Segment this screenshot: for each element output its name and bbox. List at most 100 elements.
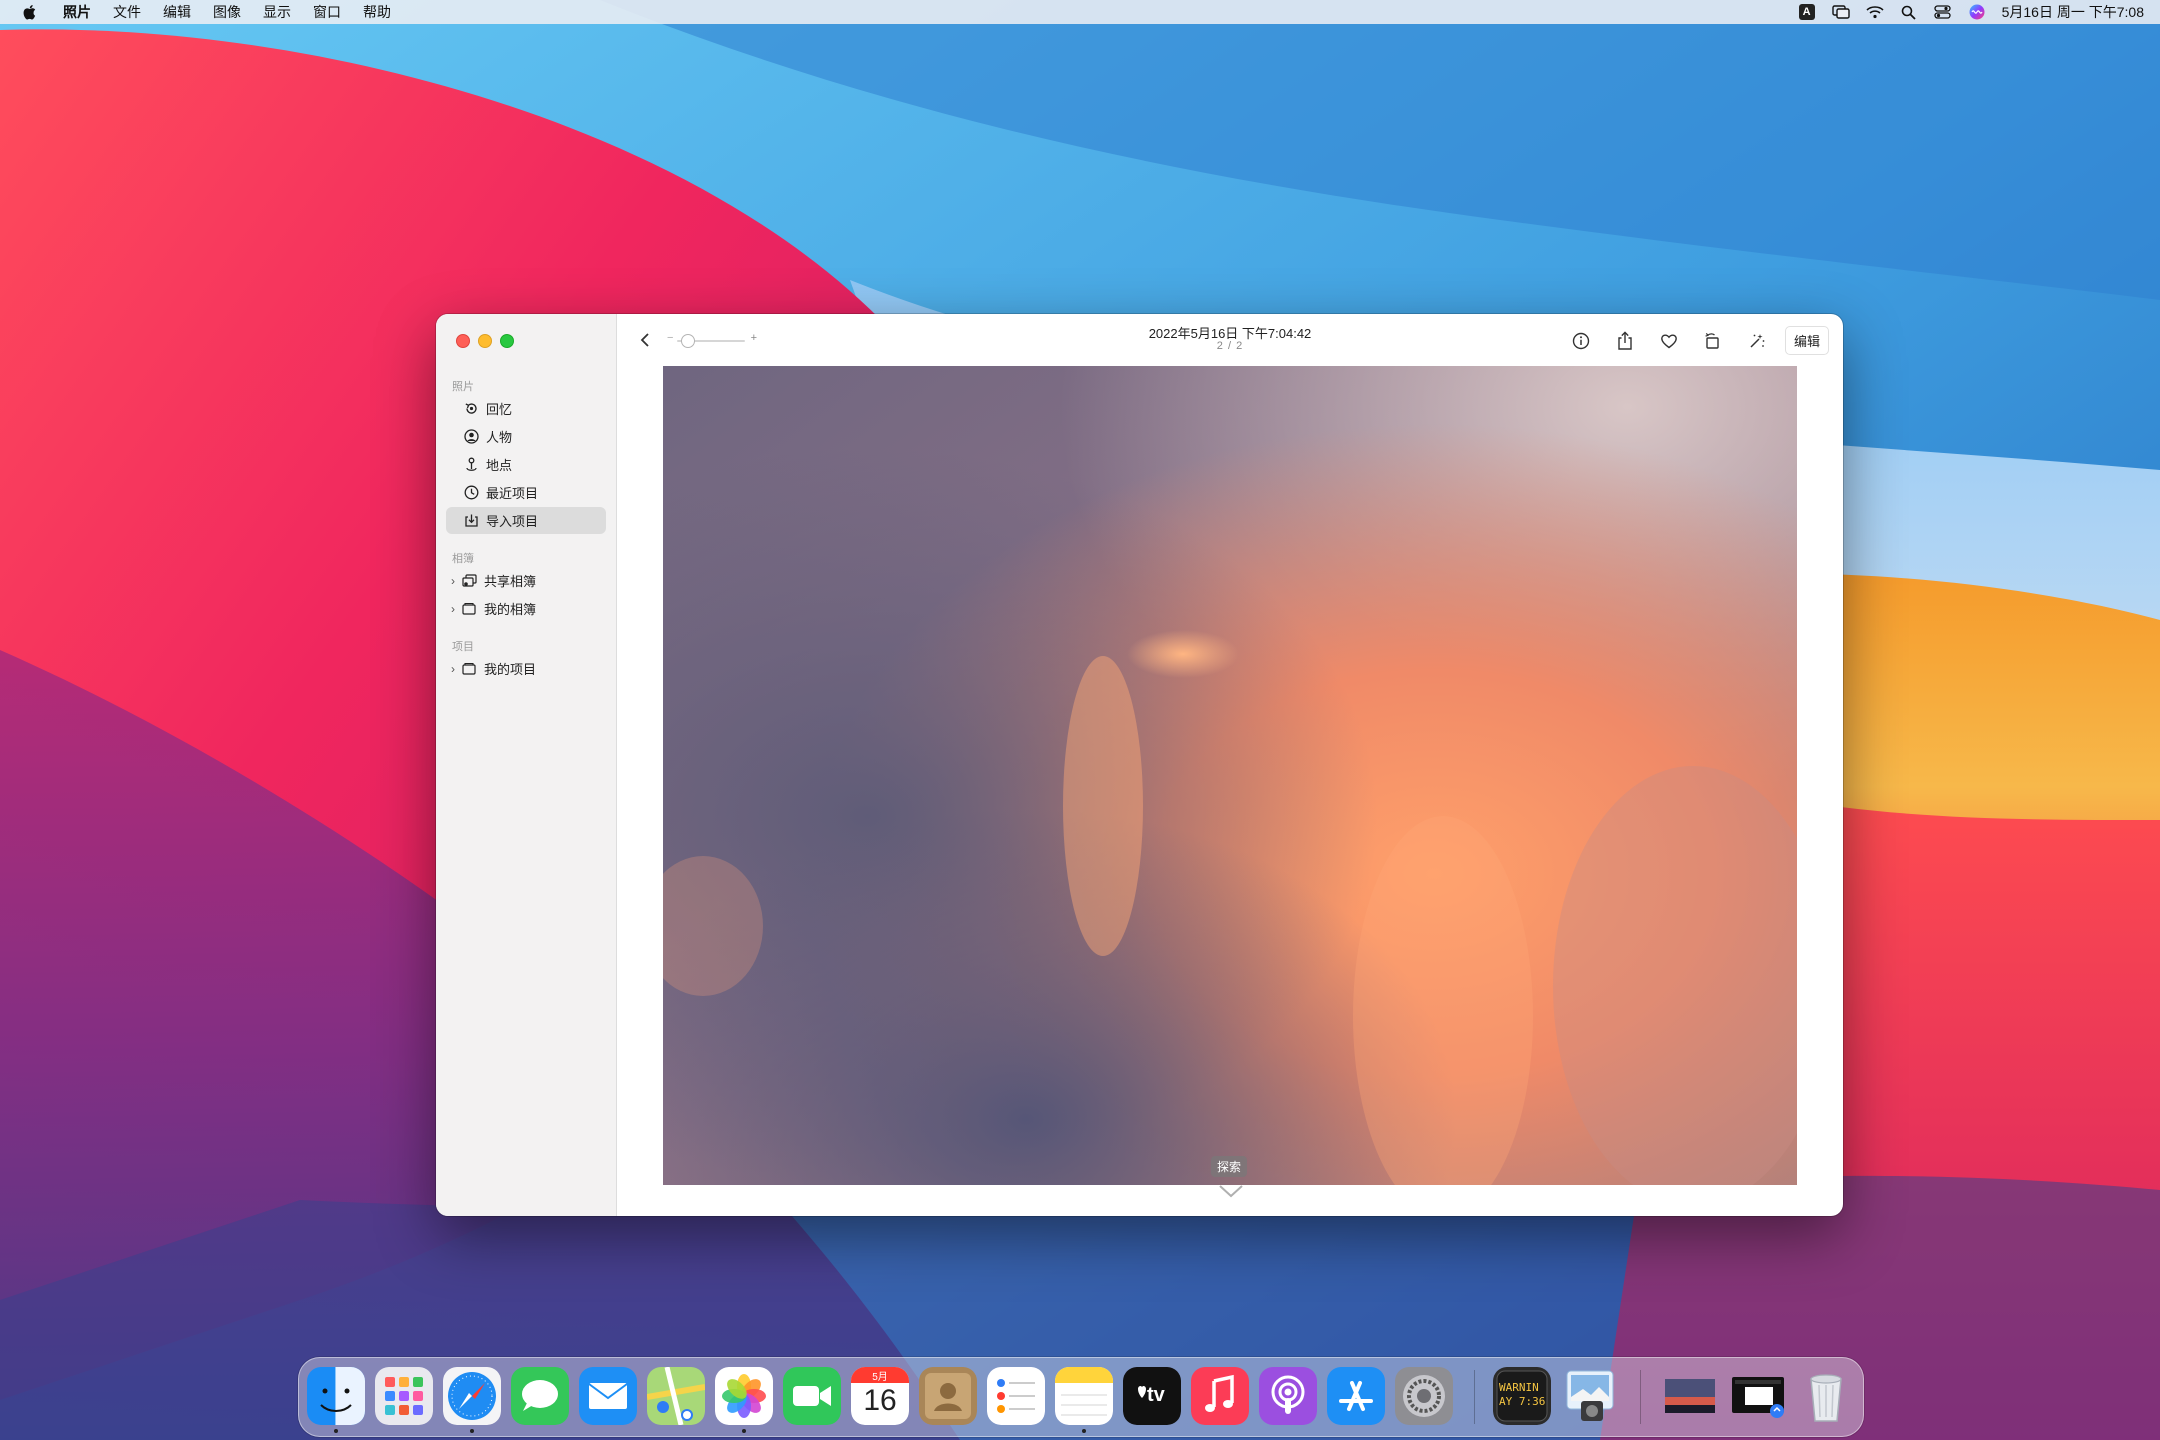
calendar-day: 16	[863, 1384, 897, 1417]
info-button[interactable]	[1567, 327, 1595, 355]
contacts-icon[interactable]	[919, 1367, 977, 1425]
clock-icon	[462, 484, 480, 502]
menu-bar-clock[interactable]: 5月16日 周一 下午7:08	[2002, 2, 2144, 22]
sidebar-item-memories[interactable]: 回忆	[446, 395, 606, 422]
photos-icon[interactable]	[715, 1367, 773, 1425]
control-center-icon[interactable]	[1933, 2, 1953, 22]
zoom-window-button[interactable]	[500, 334, 514, 348]
input-method-icon[interactable]: A	[1797, 2, 1817, 22]
disclosure-chevron-icon[interactable]: ›	[446, 602, 460, 616]
import-icon	[462, 512, 480, 530]
rotate-button[interactable]	[1699, 327, 1727, 355]
calendar-icon[interactable]: 5月 16	[851, 1367, 909, 1425]
share-icon	[1618, 330, 1632, 350]
safari-icon[interactable]	[443, 1367, 501, 1425]
system-preferences-icon[interactable]	[1395, 1367, 1453, 1425]
sidebar: 照片 回忆 人物 地点 最近项目 导入项目 相簿 › 共享相簿 › 我的相簿 项…	[436, 314, 617, 1216]
tv-label: tv	[1147, 1384, 1165, 1406]
apple-menu-icon[interactable]	[18, 0, 40, 24]
finder-icon[interactable]	[307, 1367, 365, 1425]
magic-wand-icon	[1750, 333, 1765, 348]
console-line-1: WARNIN	[1499, 1381, 1539, 1394]
sidebar-item-label: 共享相簿	[484, 574, 537, 589]
music-icon[interactable]	[1191, 1367, 1249, 1425]
minimize-window-button[interactable]	[478, 334, 492, 348]
trash-icon[interactable]	[1797, 1367, 1855, 1425]
info-icon	[1572, 332, 1590, 349]
map-pin-icon	[462, 456, 480, 474]
sidebar-item-imports[interactable]: 导入项目	[446, 507, 606, 534]
close-window-button[interactable]	[456, 334, 470, 348]
messages-icon[interactable]	[511, 1367, 569, 1425]
running-indicator	[742, 1429, 746, 1433]
facetime-icon[interactable]	[783, 1367, 841, 1425]
sidebar-item-recents[interactable]: 最近项目	[446, 479, 606, 506]
menu-file[interactable]: 文件	[113, 0, 141, 24]
sidebar-item-label: 我的项目	[484, 662, 537, 677]
console-icon[interactable]: WARNIN AY 7:36	[1493, 1367, 1551, 1425]
sidebar-item-label: 地点	[486, 458, 513, 473]
disclosure-chevron-icon[interactable]: ›	[446, 574, 460, 588]
running-indicator	[334, 1429, 338, 1433]
dock-separator	[1640, 1370, 1641, 1424]
dock: 5月 16 tv WARNIN AY 7:36	[298, 1357, 1864, 1437]
sidebar-section-projects: 项目	[452, 641, 474, 653]
reminders-icon[interactable]	[987, 1367, 1045, 1425]
memories-icon	[462, 400, 480, 418]
recent-photo-thumbnail-icon[interactable]	[1661, 1367, 1719, 1425]
share-button[interactable]	[1611, 327, 1639, 355]
auto-enhance-button[interactable]	[1743, 327, 1771, 355]
menu-help[interactable]: 帮助	[363, 0, 391, 24]
sidebar-item-my-albums[interactable]: › 我的相簿	[446, 595, 606, 622]
photos-window: 照片 回忆 人物 地点 最近项目 导入项目 相簿 › 共享相簿 › 我的相簿 项…	[436, 314, 1843, 1216]
calendar-month: 5月	[872, 1372, 888, 1383]
menu-view[interactable]: 显示	[263, 0, 291, 24]
sidebar-item-my-projects[interactable]: › 我的项目	[446, 655, 606, 682]
photo-view[interactable]	[663, 366, 1797, 1185]
heart-icon	[1661, 333, 1677, 348]
running-indicator	[1082, 1429, 1086, 1433]
project-folder-icon	[460, 660, 478, 678]
menu-window[interactable]: 窗口	[313, 0, 341, 24]
sidebar-item-shared-albums[interactable]: › 共享相簿	[446, 567, 606, 594]
spotlight-search-icon[interactable]	[1899, 2, 1919, 22]
notes-icon[interactable]	[1055, 1367, 1113, 1425]
sunset-clouds-photo	[663, 366, 1797, 1185]
podcasts-icon[interactable]	[1259, 1367, 1317, 1425]
menu-bar: 照片 文件 编辑 图像 显示 窗口 帮助 A 5月16日 周一 下午7:08	[0, 0, 2160, 24]
sidebar-item-label: 回忆	[486, 402, 513, 417]
app-store-icon[interactable]	[1327, 1367, 1385, 1425]
menu-edit[interactable]: 编辑	[163, 0, 191, 24]
tv-icon[interactable]: tv	[1123, 1367, 1181, 1425]
screen-mirroring-icon[interactable]	[1831, 2, 1851, 22]
running-indicator	[470, 1429, 474, 1433]
explore-label[interactable]: 探索	[1211, 1156, 1248, 1177]
shared-album-icon	[460, 572, 478, 590]
input-method-badge: A	[1798, 4, 1815, 20]
sidebar-item-label: 最近项目	[486, 486, 539, 501]
launchpad-icon[interactable]	[375, 1367, 433, 1425]
preview-icon[interactable]	[1561, 1367, 1619, 1425]
sidebar-section-photos: 照片	[452, 381, 474, 393]
maps-icon[interactable]	[647, 1367, 705, 1425]
menu-app-name[interactable]: 照片	[63, 0, 91, 24]
sidebar-item-places[interactable]: 地点	[446, 451, 606, 478]
people-icon	[462, 428, 480, 446]
sidebar-item-people[interactable]: 人物	[446, 423, 606, 450]
sidebar-item-label: 导入项目	[486, 514, 539, 529]
dock-separator	[1474, 1370, 1475, 1424]
disclosure-chevron-icon[interactable]: ›	[446, 662, 460, 676]
sidebar-item-label: 我的相簿	[484, 602, 537, 617]
edit-button[interactable]: 编辑	[1784, 326, 1829, 355]
mail-icon[interactable]	[579, 1367, 637, 1425]
favorite-button[interactable]	[1655, 327, 1683, 355]
console-line-2: AY 7:36	[1499, 1395, 1546, 1408]
viewer-toolbar: − + 2022年5月16日 下午7:04:42 2 / 2 编辑	[617, 314, 1843, 366]
wifi-icon[interactable]	[1865, 2, 1885, 22]
album-folder-icon	[460, 600, 478, 618]
menu-image[interactable]: 图像	[213, 0, 241, 24]
recent-window-thumbnail-icon[interactable]	[1729, 1367, 1787, 1425]
siri-icon[interactable]	[1967, 2, 1987, 22]
chevron-down-icon[interactable]	[1217, 1182, 1245, 1200]
sidebar-section-albums: 相簿	[452, 553, 474, 565]
